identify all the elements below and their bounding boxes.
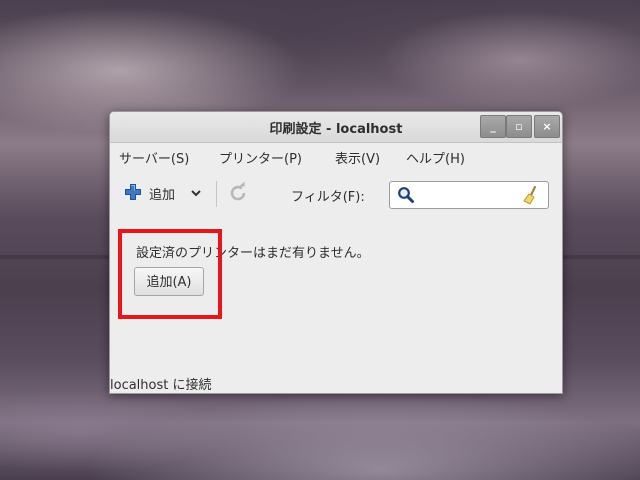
menu-server[interactable]: サーバー(S)	[119, 148, 189, 167]
status-bar-text: localhost に接続	[110, 378, 212, 393]
minimize-button[interactable]: _	[480, 115, 506, 138]
toolbar-separator	[216, 181, 217, 207]
maximize-button[interactable]: ▫	[506, 115, 532, 138]
plus-icon	[125, 184, 141, 200]
menu-help[interactable]: ヘルプ(H)	[406, 148, 465, 167]
highlight-box	[118, 229, 222, 319]
chevron-down-icon[interactable]	[190, 187, 202, 199]
close-button[interactable]: ×	[534, 115, 560, 138]
title-bar[interactable]: 印刷設定 - localhost _ ▫ ×	[110, 112, 562, 143]
menu-bar: サーバー(S) プリンター(P) 表示(V) ヘルプ(H)	[110, 143, 562, 169]
add-printer-toolbutton[interactable]: 追加	[122, 180, 214, 206]
add-toolbutton-label: 追加	[149, 188, 176, 203]
broom-icon[interactable]	[522, 185, 542, 205]
menu-printer[interactable]: プリンター(P)	[219, 148, 302, 167]
refresh-icon[interactable]	[226, 181, 250, 205]
magnifier-icon	[398, 187, 414, 203]
menu-view[interactable]: 表示(V)	[335, 148, 380, 167]
filter-search-input[interactable]	[389, 181, 549, 209]
filter-label: フィルタ(F):	[291, 190, 365, 205]
toolbar: 追加 フィルタ(F):	[110, 173, 562, 213]
